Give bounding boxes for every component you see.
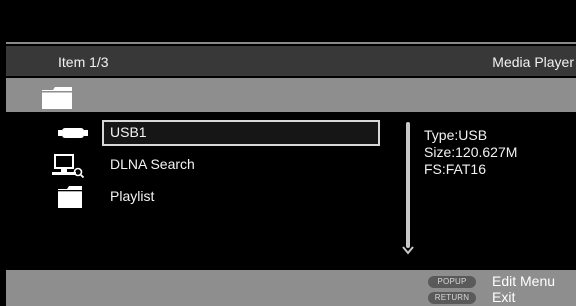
- app-title: Media Player: [492, 54, 574, 70]
- network-pc-icon: [52, 154, 85, 178]
- return-button-badge: RETURN: [428, 292, 476, 304]
- list-item-label: USB1: [110, 124, 147, 140]
- detail-type: Type:USB: [424, 127, 488, 143]
- list-item-label: Playlist: [110, 188, 155, 204]
- detail-size: Size:120.627M: [424, 144, 518, 160]
- detail-filesystem: FS:FAT16: [424, 161, 486, 177]
- path-bar: [6, 78, 576, 112]
- scroll-down-arrow-icon[interactable]: [402, 244, 414, 256]
- usb-stick-icon: [58, 128, 88, 138]
- footer-bar: POPUP Edit Menu RETURN Exit: [6, 270, 576, 306]
- source-details: Type:USB Size:120.627M FS:FAT16: [424, 127, 517, 178]
- folder-icon: [42, 87, 72, 109]
- info-bar: Item 1/3 Media Player: [6, 46, 576, 76]
- item-counter: Item 1/3: [58, 54, 109, 70]
- scrollbar[interactable]: [402, 122, 414, 256]
- scrollbar-track: [406, 122, 410, 248]
- top-divider: [6, 42, 576, 44]
- list-item-label: DLNA Search: [110, 156, 195, 172]
- folder-icon: [58, 186, 82, 208]
- popup-action-label: Edit Menu: [492, 273, 556, 289]
- popup-button-badge: POPUP: [428, 276, 476, 288]
- return-action-label: Exit: [492, 289, 516, 305]
- media-player-screen: Item 1/3 Media Player USB1 DLNA Search P…: [0, 0, 576, 306]
- source-list: USB1 DLNA Search Playlist Type:USB Size:…: [6, 112, 576, 270]
